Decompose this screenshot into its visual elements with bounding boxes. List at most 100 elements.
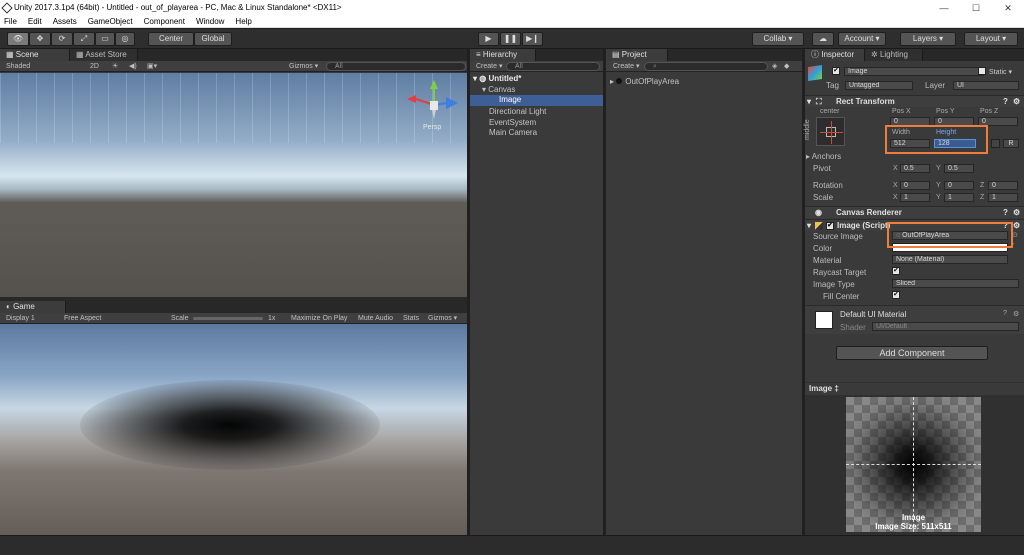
- hierarchy-search-input[interactable]: ⌕ All: [506, 62, 600, 71]
- project-create-dropdown[interactable]: Create ▾: [613, 61, 639, 72]
- audio-toggle-icon[interactable]: ◀): [129, 61, 137, 72]
- collab-button[interactable]: Collab ▾: [752, 32, 804, 46]
- pivot-x-field[interactable]: 0.5: [900, 164, 930, 173]
- menu-edit[interactable]: Edit: [28, 16, 42, 27]
- blueprint-mode-button[interactable]: [991, 139, 1000, 148]
- fill-center-checkbox[interactable]: ✔: [892, 291, 900, 299]
- settings-gear-icon[interactable]: ⚙: [1013, 96, 1020, 108]
- scale-tool-button[interactable]: ⤢: [73, 32, 95, 46]
- canvas-renderer-title: Canvas Renderer: [836, 208, 902, 217]
- close-button[interactable]: ✕: [992, 0, 1024, 16]
- maximize-button[interactable]: ☐: [960, 0, 992, 16]
- object-name-field[interactable]: Image: [844, 67, 984, 76]
- rotation-z-field[interactable]: 0: [988, 181, 1018, 190]
- scale-y-field[interactable]: 1: [944, 193, 974, 202]
- static-checkbox[interactable]: [978, 67, 986, 75]
- active-checkbox[interactable]: ✔: [832, 67, 840, 75]
- rotation-x-field[interactable]: 0: [900, 181, 930, 190]
- aspect-dropdown[interactable]: Free Aspect: [64, 313, 101, 324]
- mute-audio-toggle[interactable]: Mute Audio: [358, 313, 393, 324]
- menu-assets[interactable]: Assets: [53, 16, 77, 27]
- hierarchy-item-directional-light[interactable]: Directional Light: [489, 107, 546, 116]
- filter-type-icon[interactable]: ◈: [772, 61, 777, 72]
- hierarchy-item-canvas[interactable]: ▾ Canvas: [482, 85, 515, 94]
- shading-mode-dropdown[interactable]: Shaded: [6, 61, 30, 72]
- menu-help[interactable]: Help: [235, 16, 251, 27]
- menu-file[interactable]: File: [4, 16, 17, 27]
- preview-header[interactable]: Image ‡: [805, 383, 1024, 395]
- layers-dropdown[interactable]: Layers ▾: [900, 32, 956, 46]
- play-button[interactable]: ▶: [478, 32, 499, 46]
- image-type-dropdown[interactable]: Sliced: [892, 279, 1019, 288]
- tab-inspector[interactable]: ⓘ Inspector: [805, 49, 865, 61]
- scale-z-field[interactable]: 1: [988, 193, 1018, 202]
- transform-tool-button[interactable]: ◎: [115, 32, 135, 46]
- raw-edit-button[interactable]: R: [1003, 139, 1019, 148]
- game-viewport[interactable]: [0, 324, 467, 535]
- space-toggle-button[interactable]: Global: [194, 32, 232, 46]
- project-search-input[interactable]: ⌕: [644, 62, 768, 71]
- help-icon[interactable]: ?: [1003, 310, 1007, 317]
- help-icon[interactable]: ?: [1003, 207, 1008, 219]
- settings-gear-icon[interactable]: ⚙: [1013, 310, 1019, 318]
- move-tool-button[interactable]: ✥: [29, 32, 51, 46]
- rect-tool-button[interactable]: ▭: [95, 32, 115, 46]
- pause-button[interactable]: ❚❚: [500, 32, 521, 46]
- static-dropdown[interactable]: Static ▾: [989, 68, 1012, 76]
- rect-transform-icon: ⛶: [816, 97, 822, 106]
- project-item-outofplayarea[interactable]: ▸ OutOfPlayArea: [610, 77, 679, 86]
- effects-toggle-icon[interactable]: ▣▾: [147, 61, 157, 72]
- anchors-foldout[interactable]: ▸ Anchors: [806, 152, 841, 161]
- rotate-tool-button[interactable]: ⟳: [51, 32, 73, 46]
- add-component-button[interactable]: Add Component: [836, 346, 988, 360]
- scene-search-input[interactable]: ⌕ All: [326, 62, 466, 71]
- tab-lighting[interactable]: ✲ Lighting: [865, 49, 923, 61]
- scene-viewport[interactable]: Persp: [0, 73, 467, 297]
- scene-gizmo-icon[interactable]: Persp: [402, 79, 462, 131]
- help-icon[interactable]: ?: [1003, 96, 1008, 108]
- tag-dropdown[interactable]: Untagged: [845, 81, 913, 90]
- shader-dropdown[interactable]: UI/Default: [872, 322, 1019, 331]
- hierarchy-create-dropdown[interactable]: Create ▾: [476, 61, 502, 72]
- 2d-toggle[interactable]: 2D: [90, 61, 99, 72]
- hierarchy-item-eventsystem[interactable]: EventSystem: [489, 118, 536, 127]
- pivot-toggle-button[interactable]: Center: [148, 32, 194, 46]
- display-dropdown[interactable]: Display 1: [6, 313, 35, 324]
- hierarchy-item-image[interactable]: Image: [470, 95, 603, 106]
- step-button[interactable]: ▶❙: [522, 32, 543, 46]
- layer-dropdown[interactable]: UI: [953, 81, 1019, 90]
- scene-root-item[interactable]: ▾ ◍ Untitled*: [473, 74, 521, 83]
- menu-gameobject[interactable]: GameObject: [88, 16, 133, 27]
- rotation-y-field[interactable]: 0: [944, 181, 974, 190]
- cloud-button[interactable]: ☁: [812, 32, 834, 46]
- stats-toggle[interactable]: Stats: [403, 313, 419, 324]
- layer-label: Layer: [925, 81, 946, 90]
- maximize-on-play-toggle[interactable]: Maximize On Play: [291, 313, 347, 324]
- filter-label-icon[interactable]: ◆: [784, 61, 789, 72]
- tab-asset-store[interactable]: ▦ Asset Store: [70, 49, 138, 61]
- minimize-button[interactable]: —: [928, 0, 960, 16]
- scene-gizmos-dropdown[interactable]: Gizmos ▾: [289, 61, 318, 72]
- tab-scene[interactable]: ▦ Scene: [0, 49, 70, 61]
- lighting-toggle-icon[interactable]: ☀: [112, 61, 118, 72]
- layout-dropdown[interactable]: Layout ▾: [964, 32, 1018, 46]
- tab-hierarchy[interactable]: ≡ Hierarchy: [470, 49, 536, 61]
- menu-component[interactable]: Component: [144, 16, 185, 27]
- anchor-preset-button[interactable]: [816, 117, 845, 146]
- raycast-target-checkbox[interactable]: ✔: [892, 267, 900, 275]
- rect-transform-header[interactable]: ▾ ⛶ Rect Transform ? ⚙: [805, 95, 1024, 107]
- account-button[interactable]: Account ▾: [838, 32, 886, 46]
- menu-window[interactable]: Window: [196, 16, 224, 27]
- tab-project[interactable]: ▤ Project: [606, 49, 668, 61]
- canvas-renderer-header[interactable]: ◉ Canvas Renderer ? ⚙: [805, 206, 1024, 218]
- settings-gear-icon[interactable]: ⚙: [1013, 207, 1020, 219]
- image-enabled-checkbox[interactable]: ✔: [826, 222, 834, 230]
- scale-x-field[interactable]: 1: [900, 193, 930, 202]
- tab-game[interactable]: ◐ Game: [0, 301, 66, 313]
- material-field[interactable]: None (Material): [892, 255, 1008, 264]
- pivot-y-field[interactable]: 0.5: [944, 164, 974, 173]
- hierarchy-item-main-camera[interactable]: Main Camera: [489, 128, 537, 137]
- view-tool-button[interactable]: 👁: [7, 32, 29, 46]
- scale-slider[interactable]: [193, 317, 263, 320]
- game-gizmos-dropdown[interactable]: Gizmos ▾: [428, 313, 457, 324]
